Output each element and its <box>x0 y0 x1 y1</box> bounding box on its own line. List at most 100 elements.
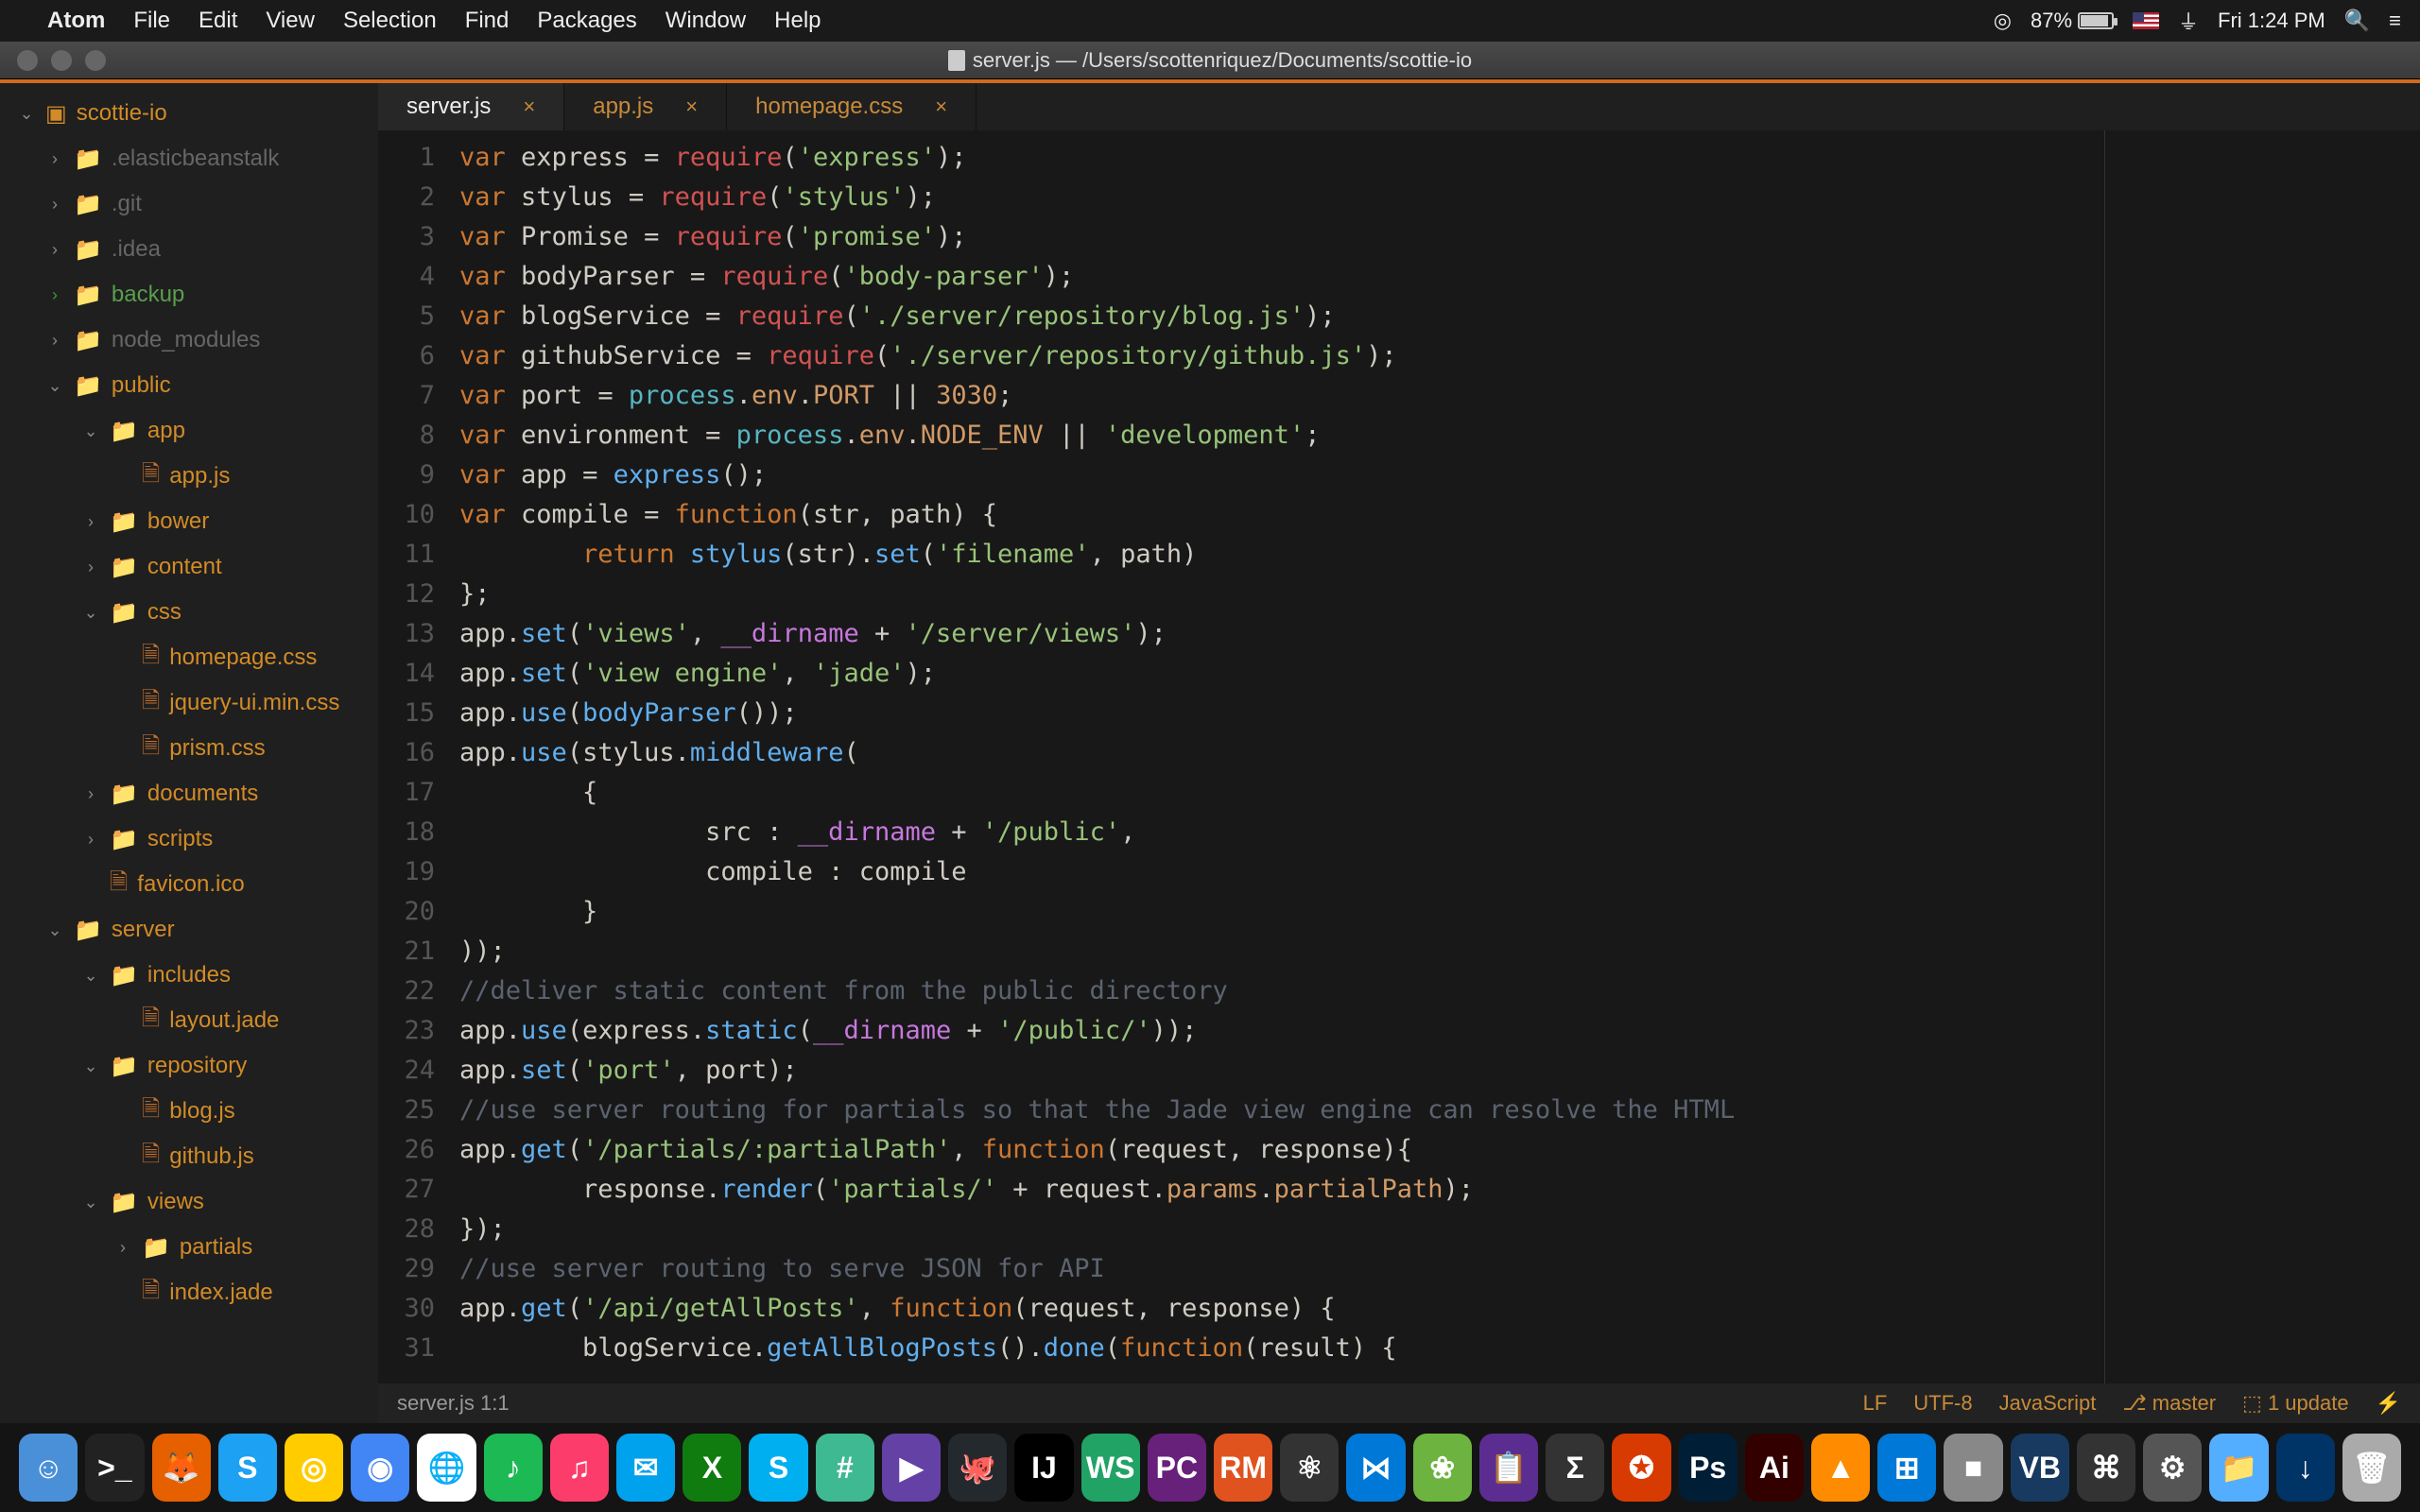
battery-indicator[interactable]: 87% <box>2031 9 2114 33</box>
code-line[interactable]: }; <box>459 575 2420 614</box>
app-name[interactable]: Atom <box>47 8 105 34</box>
dock-app-icon[interactable]: ☺ <box>19 1434 78 1502</box>
file-tree-sidebar[interactable]: ⌄ ▣ scottie-io ›📁.elasticbeanstalk›📁.git… <box>0 79 378 1423</box>
dock-app-icon[interactable]: VB <box>2011 1434 2069 1502</box>
folder-documents[interactable]: ›📁documents <box>0 771 378 816</box>
close-tab-icon[interactable]: × <box>685 94 698 119</box>
file-layout.jade[interactable]: 🗎layout.jade <box>0 998 378 1043</box>
disclosure-chevron-icon[interactable]: ⌄ <box>81 966 100 986</box>
dock-app-icon[interactable]: >_ <box>85 1434 144 1502</box>
menu-packages[interactable]: Packages <box>537 8 636 34</box>
disclosure-chevron-icon[interactable]: › <box>45 331 64 351</box>
code-line[interactable]: //use server routing to serve JSON for A… <box>459 1249 2420 1289</box>
code-line[interactable]: app.set('views', __dirname + '/server/vi… <box>459 614 2420 654</box>
disclosure-chevron-icon[interactable]: › <box>81 784 100 804</box>
dock-app-icon[interactable]: ↓ <box>2276 1434 2335 1502</box>
disclosure-chevron-icon[interactable]: ⌄ <box>81 1057 100 1076</box>
disclosure-chevron-icon[interactable]: ⌄ <box>81 1193 100 1212</box>
status-file-pos[interactable]: server.js 1:1 <box>397 1391 510 1416</box>
disclosure-chevron-icon[interactable]: › <box>81 558 100 577</box>
folder-.elasticbeanstalk[interactable]: ›📁.elasticbeanstalk <box>0 136 378 181</box>
code-content[interactable]: var express = require('express');var sty… <box>448 130 2420 1383</box>
dock-app-icon[interactable]: # <box>816 1434 874 1502</box>
disclosure-chevron-icon[interactable]: › <box>113 1238 132 1258</box>
dock-app-icon[interactable]: ✪ <box>1612 1434 1670 1502</box>
dock-app-icon[interactable]: ♫ <box>550 1434 609 1502</box>
folder-public[interactable]: ⌄📁public <box>0 363 378 408</box>
dock-app-icon[interactable]: 📁 <box>2209 1434 2268 1502</box>
spotlight-icon[interactable]: 🔍 <box>2344 9 2370 33</box>
dock-app-icon[interactable]: 📋 <box>1479 1434 1538 1502</box>
code-line[interactable]: response.render('partials/' + request.pa… <box>459 1170 2420 1210</box>
menu-edit[interactable]: Edit <box>199 8 237 34</box>
code-line[interactable]: { <box>459 773 2420 813</box>
code-line[interactable]: app.use(bodyParser()); <box>459 694 2420 733</box>
clock[interactable]: Fri 1:24 PM <box>2218 9 2325 33</box>
folder-.idea[interactable]: ›📁.idea <box>0 227 378 272</box>
dock-app-icon[interactable]: ♪ <box>484 1434 543 1502</box>
dock-app-icon[interactable]: ❀ <box>1413 1434 1472 1502</box>
close-tab-icon[interactable]: × <box>523 94 535 119</box>
code-line[interactable]: )); <box>459 932 2420 971</box>
code-line[interactable]: src : __dirname + '/public', <box>459 813 2420 852</box>
file-favicon.ico[interactable]: 🗎favicon.ico <box>0 862 378 907</box>
dock-app-icon[interactable]: WS <box>1081 1434 1140 1502</box>
folder-repository[interactable]: ⌄📁repository <box>0 1043 378 1089</box>
dock-app-icon[interactable]: ⋈ <box>1346 1434 1405 1502</box>
code-line[interactable]: compile : compile <box>459 852 2420 892</box>
dock-app-icon[interactable]: Σ <box>1546 1434 1604 1502</box>
creative-cloud-icon[interactable]: ◎ <box>1994 9 2012 33</box>
folder-backup[interactable]: ›📁backup <box>0 272 378 318</box>
code-line[interactable]: var Promise = require('promise'); <box>459 217 2420 257</box>
file-jquery-ui.min.css[interactable]: 🗎jquery-ui.min.css <box>0 680 378 726</box>
folder-css[interactable]: ⌄📁css <box>0 590 378 635</box>
disclosure-chevron-icon[interactable]: › <box>45 285 64 305</box>
code-line[interactable]: var express = require('express'); <box>459 138 2420 178</box>
dock-app-icon[interactable]: 🦊 <box>152 1434 211 1502</box>
disclosure-chevron-icon[interactable]: ⌄ <box>81 421 100 441</box>
dock-app-icon[interactable]: ◉ <box>351 1434 409 1502</box>
folder-node_modules[interactable]: ›📁node_modules <box>0 318 378 363</box>
file-app.js[interactable]: 🗎app.js <box>0 454 378 499</box>
code-line[interactable]: //use server routing for partials so tha… <box>459 1091 2420 1130</box>
file-index.jade[interactable]: 🗎index.jade <box>0 1270 378 1315</box>
folder-app[interactable]: ⌄📁app <box>0 408 378 454</box>
code-line[interactable]: //deliver static content from the public… <box>459 971 2420 1011</box>
dock-app-icon[interactable]: 🗑 <box>2342 1434 2401 1502</box>
disclosure-chevron-icon[interactable]: ⌄ <box>45 920 64 940</box>
dock-app-icon[interactable]: S <box>218 1434 277 1502</box>
dock-app-icon[interactable]: ▲ <box>1811 1434 1870 1502</box>
code-line[interactable]: var compile = function(str, path) { <box>459 495 2420 535</box>
code-line[interactable]: var bodyParser = require('body-parser'); <box>459 257 2420 297</box>
git-branch[interactable]: ⎇ master <box>2122 1391 2216 1416</box>
disclosure-chevron-icon[interactable]: › <box>45 240 64 260</box>
code-line[interactable]: var environment = process.env.NODE_ENV |… <box>459 416 2420 455</box>
dock-app-icon[interactable]: IJ <box>1014 1434 1073 1502</box>
code-line[interactable]: }); <box>459 1210 2420 1249</box>
notification-center-icon[interactable]: ≡ <box>2389 9 2401 33</box>
menu-find[interactable]: Find <box>465 8 510 34</box>
code-line[interactable]: app.get('/api/getAllPosts', function(req… <box>459 1289 2420 1329</box>
dock-app-icon[interactable]: ⊞ <box>1877 1434 1936 1502</box>
close-tab-icon[interactable]: × <box>935 94 947 119</box>
file-prism.css[interactable]: 🗎prism.css <box>0 726 378 771</box>
squirrel-icon[interactable]: ⚡ <box>2376 1391 2401 1416</box>
folder-scripts[interactable]: ›📁scripts <box>0 816 378 862</box>
input-source-flag-icon[interactable] <box>2133 12 2159 29</box>
tab-app.js[interactable]: app.js× <box>564 83 727 130</box>
dock-app-icon[interactable]: PC <box>1148 1434 1206 1502</box>
project-root[interactable]: ⌄ ▣ scottie-io <box>0 91 378 136</box>
dock-app-icon[interactable]: ▶ <box>882 1434 941 1502</box>
disclosure-chevron-icon[interactable]: › <box>45 149 64 169</box>
disclosure-chevron-icon[interactable]: › <box>45 195 64 215</box>
dock-app-icon[interactable]: ⚛ <box>1280 1434 1339 1502</box>
code-editor[interactable]: 1234567891011121314151617181920212223242… <box>378 130 2420 1383</box>
code-line[interactable]: app.set('view engine', 'jade'); <box>459 654 2420 694</box>
wifi-icon[interactable]: ⏚ <box>2178 6 2199 36</box>
folder-.git[interactable]: ›📁.git <box>0 181 378 227</box>
dock-app-icon[interactable]: Ai <box>1745 1434 1804 1502</box>
status-line-ending[interactable]: LF <box>1863 1391 1888 1416</box>
code-line[interactable]: var app = express(); <box>459 455 2420 495</box>
dock-app-icon[interactable]: ■ <box>1944 1434 2002 1502</box>
dock-app-icon[interactable]: S <box>749 1434 807 1502</box>
